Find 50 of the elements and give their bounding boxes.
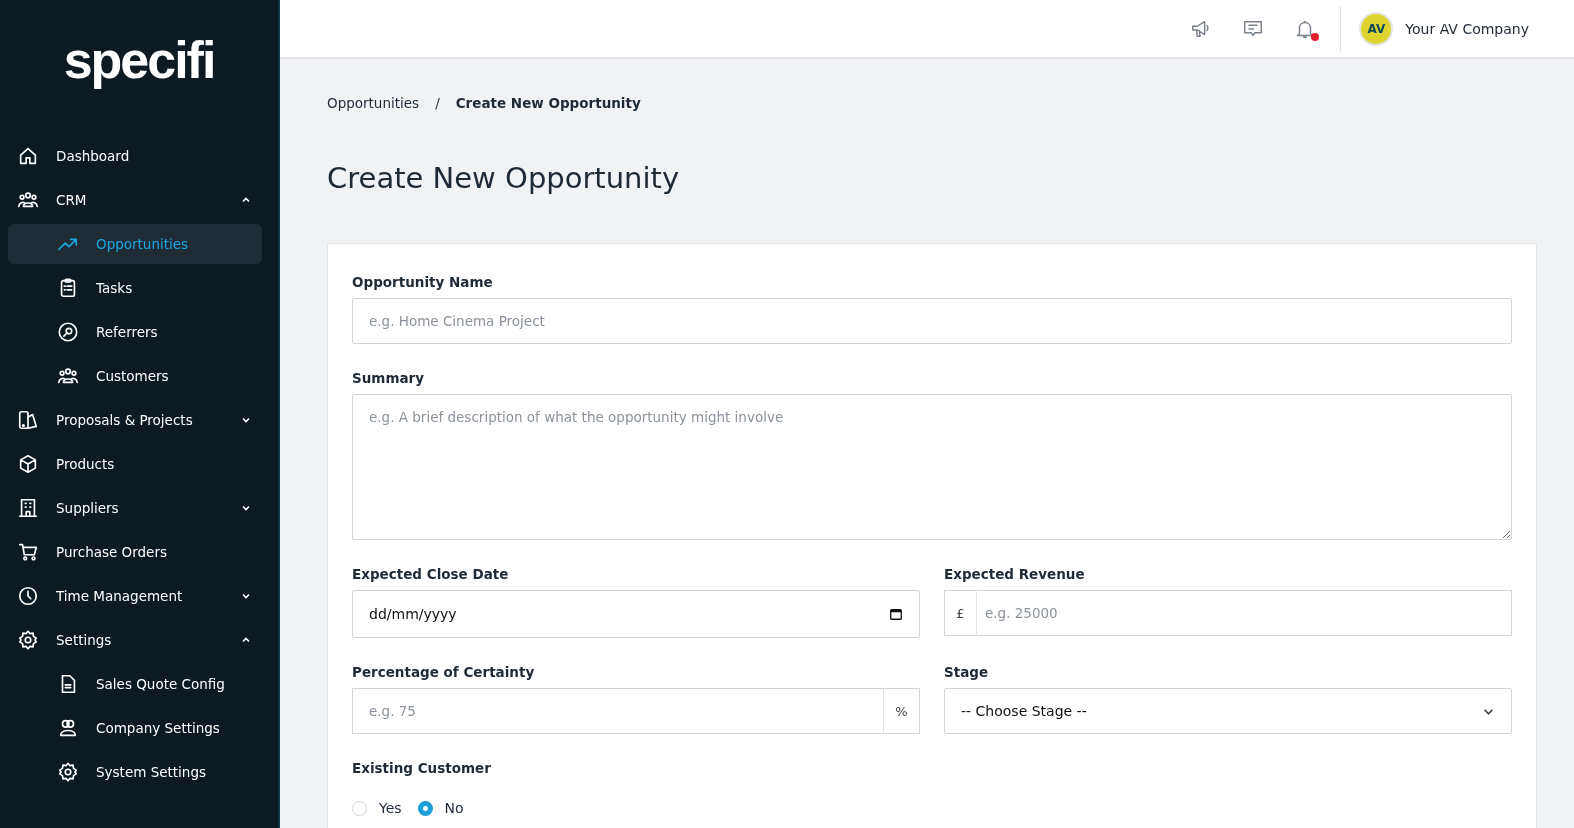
search-icon [57, 321, 79, 343]
field-label: Stage [944, 664, 990, 680]
box-icon [17, 453, 39, 475]
nav-item[interactable]: Suppliers [8, 488, 262, 528]
page-title: Create New Opportunity [327, 161, 681, 195]
input-field[interactable]: e.g. Home Cinema Project [352, 298, 1512, 344]
proposal-icon [17, 409, 39, 431]
nav-item[interactable]: Dashboard [8, 136, 262, 176]
logo: specifi [63, 30, 215, 91]
nav-item[interactable]: Products [8, 444, 262, 484]
input-field[interactable]: e.g. 25000 [976, 590, 1512, 636]
nav-subitem[interactable]: Customers [8, 356, 262, 396]
date-field[interactable]: dd/mm/yyyy [352, 590, 920, 638]
field-label: Expected Close Date [352, 566, 510, 582]
cart-icon [17, 541, 39, 563]
nav-item[interactable]: Purchase Orders [8, 532, 262, 572]
nav-subitem[interactable]: Sales Quote Config [8, 664, 262, 704]
nav-subitem[interactable]: Opportunities [8, 224, 262, 264]
nav-item[interactable]: Time Management [8, 576, 262, 616]
nav-item[interactable]: CRM [8, 180, 262, 220]
home-icon [17, 145, 39, 167]
breadcrumb-separator: / [435, 95, 440, 111]
field-label: Expected Revenue [944, 566, 1086, 582]
nav-item[interactable]: Settings [8, 620, 262, 660]
user2-icon [57, 717, 79, 739]
field-label: Existing Customer [352, 760, 492, 776]
radio-option[interactable]: Yes [352, 800, 402, 816]
nav-subitem[interactable]: Company Settings [8, 708, 262, 748]
field-label: Percentage of Certainty [352, 664, 536, 680]
calendar-icon[interactable] [889, 607, 903, 621]
gear-icon [57, 761, 79, 783]
avatar[interactable]: AV [1359, 11, 1394, 46]
nav-subitem[interactable]: Referrers [8, 312, 262, 352]
field-label: Summary [352, 370, 426, 386]
nav-subitem[interactable]: System Settings [8, 752, 262, 792]
text-area[interactable]: e.g. A brief description of what the opportunity might involve [352, 394, 1512, 540]
breadcrumb-current: Create New Opportunity [455, 95, 641, 111]
select-field[interactable]: -- Choose Stage -- [944, 688, 1512, 734]
company-name[interactable]: Your AV Company [1405, 20, 1529, 37]
gear-icon [17, 629, 39, 651]
currency-addon: £ [944, 590, 976, 636]
clock-icon [17, 585, 39, 607]
percent-addon: % [884, 688, 920, 734]
nav-item[interactable]: Proposals & Projects [8, 400, 262, 440]
radio-option[interactable]: No [417, 800, 464, 816]
building-icon [17, 497, 39, 519]
field-label: Opportunity Name [352, 274, 494, 290]
breadcrumb-link[interactable]: Opportunities [327, 95, 420, 111]
input-field[interactable]: e.g. 75 [352, 688, 884, 734]
nav-subitem[interactable]: Tasks [8, 268, 262, 308]
